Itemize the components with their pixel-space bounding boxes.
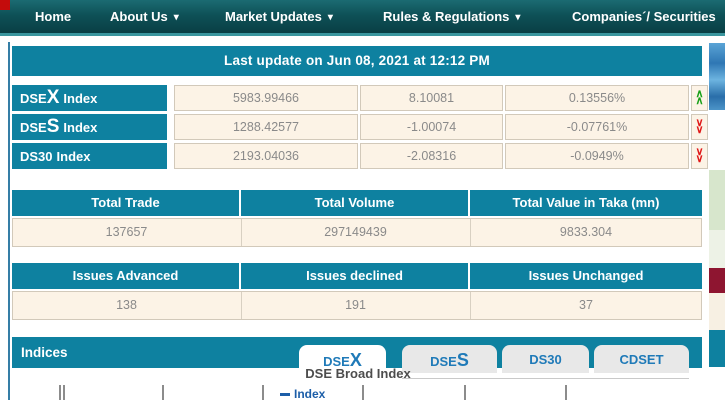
index-change: -1.00074 [360, 114, 503, 140]
total-volume-value: 297149439 [324, 225, 387, 239]
double-down-arrow-icon: ∨ ∨ [695, 146, 704, 165]
column-divider [470, 219, 471, 246]
index-value: 2193.04036 [174, 143, 358, 169]
index-trend-cell: ∧ ∧ [691, 85, 708, 111]
column-divider [470, 292, 471, 319]
index-value: 1288.42577 [174, 114, 358, 140]
legend-label: Index [294, 387, 326, 401]
chart-title: DSE Broad Index [305, 366, 411, 381]
issues-values-row: 138 191 37 [12, 291, 702, 320]
index-change: 8.10081 [360, 85, 503, 111]
column-divider [241, 219, 242, 246]
index-change-pct: -0.07761% [505, 114, 689, 140]
sidebar-block-cream [709, 293, 725, 330]
corner-red-marker [0, 0, 10, 10]
chart-gridline [464, 385, 466, 400]
last-update-banner: Last update on Jun 08, 2021 at 12:12 PM [12, 46, 702, 76]
chart-legend[interactable]: Index [280, 387, 325, 401]
sidebar-block-green [709, 170, 725, 230]
top-navigation-bar: Home About Us ▾ Market Updates ▾ Rules & R… [0, 0, 725, 33]
total-volume-header: Total Volume [241, 190, 468, 216]
index-change-pct: 0.13556% [505, 85, 689, 111]
sidebar-block-red [709, 268, 725, 293]
issues-unchanged-value: 37 [579, 298, 593, 312]
nav-item-market-updates[interactable]: Market Updates ▾ [225, 0, 333, 33]
main-panel: Last update on Jun 08, 2021 at 12:12 PM … [8, 42, 708, 401]
index-row-ds30: DS30 Index 2193.04036 -2.08316 -0.0949% ∨… [10, 143, 708, 169]
index-row-dsex: DSEX Index 5983.99466 8.10081 0.13556% ∧ … [10, 85, 708, 111]
chart-gridline [162, 385, 164, 400]
issues-advanced-value: 138 [116, 298, 137, 312]
column-divider [241, 292, 242, 319]
legend-line-icon [280, 392, 290, 396]
index-trend-cell: ∨ ∨ [691, 143, 708, 169]
sidebar-image-fragment [709, 43, 725, 110]
double-down-arrow-icon: ∨ ∨ [695, 117, 704, 136]
chart-gridline [262, 385, 264, 400]
nav-accent-line [0, 33, 725, 36]
double-up-arrow-icon: ∧ ∧ [695, 88, 704, 107]
index-name: DSEX Index [12, 85, 167, 111]
chart-gridline [362, 385, 364, 400]
total-trade-value: 137657 [105, 225, 148, 239]
index-change: -2.08316 [360, 143, 503, 169]
index-name: DSES Index [12, 114, 167, 140]
caret-down-icon: ▾ [173, 12, 179, 23]
nav-item-home[interactable]: Home [35, 0, 71, 33]
sidebar-block-pale [709, 230, 725, 268]
issues-declined-value: 191 [345, 298, 366, 312]
total-trade-header: Total Trade [12, 190, 239, 216]
chart-gridline [63, 385, 65, 400]
caret-down-icon: ▾ [327, 12, 333, 23]
issues-unchanged-header: Issues Unchanged [470, 263, 702, 289]
index-change-pct: -0.0949% [505, 143, 689, 169]
total-value-header: Total Value in Taka (mn) [470, 190, 702, 216]
sidebar-block-teal [709, 330, 725, 367]
chart-gridline [565, 385, 567, 400]
caret-down-icon: ▾ [515, 12, 521, 23]
index-name: DS30 Index [12, 143, 167, 169]
total-value-taka: 9833.304 [559, 225, 613, 239]
nav-item-about-us[interactable]: About Us ▾ [110, 0, 179, 33]
issues-declined-header: Issues declined [241, 263, 468, 289]
issues-advanced-header: Issues Advanced [12, 263, 239, 289]
chart-gridline [59, 385, 61, 400]
totals-values-row: 137657 297149439 9833.304 [12, 218, 702, 247]
nav-item-rules-regulations[interactable]: Rules & Regulations ▾ [383, 0, 520, 33]
nav-item-companies-securities[interactable]: Companies´/ Securities [572, 0, 716, 33]
index-row-dses: DSES Index 1288.42577 -1.00074 -0.07761% … [10, 114, 708, 140]
index-value: 5983.99466 [174, 85, 358, 111]
index-trend-cell: ∨ ∨ [691, 114, 708, 140]
